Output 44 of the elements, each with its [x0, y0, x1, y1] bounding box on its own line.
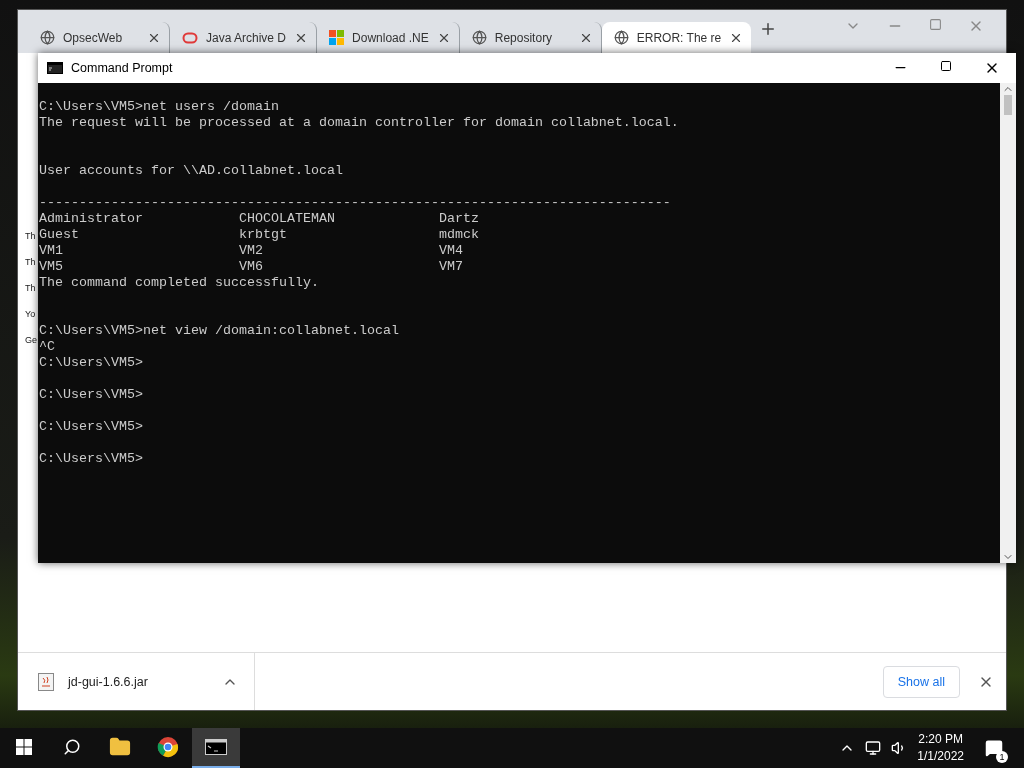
globe-icon [613, 30, 629, 45]
console-line: C:\Users\VM5> [39, 387, 144, 403]
page-text: Ge [24, 335, 37, 345]
windows-icon [16, 739, 32, 755]
page-text: Th [24, 257, 36, 267]
console-line: The command completed successfully. [39, 275, 320, 291]
console-line: C:\Users\VM5> [39, 355, 144, 371]
browser-tab[interactable]: ERROR: The re [601, 22, 752, 53]
taskbar-app[interactable] [192, 728, 240, 768]
chrome-icon [157, 736, 179, 758]
console-line: VM1 VM2 VM4 [39, 243, 464, 259]
page-text: Th [24, 231, 36, 241]
scrollbar[interactable] [1000, 83, 1016, 563]
page-text: Yo [24, 309, 36, 319]
console-line: ^C [39, 339, 56, 355]
console-line: User accounts for \\AD.collabnet.local [39, 163, 344, 179]
console-line: Guest krbtgt mdmck [39, 227, 480, 243]
globe-icon [40, 30, 55, 45]
folder-icon [109, 736, 131, 758]
scroll-thumb[interactable] [1004, 95, 1012, 115]
console-line: The request will be processed at a domain controller for domain collabnet.local. [39, 115, 680, 131]
notification-count: 1 [996, 751, 1008, 763]
show-all-button[interactable]: Show all [882, 665, 960, 698]
console-line: ------------------------------------------------------------------------------- [39, 195, 672, 211]
console-line: VM5 VM6 VM7 [39, 259, 464, 275]
console-line: C:\Users\VM5> [39, 419, 144, 435]
page-text: Th [24, 283, 36, 293]
download-filename[interactable]: jd-gui-1.6.6.jar [68, 674, 208, 689]
console-line: C:\Users\VM5>net view /domain:collabnet.local [39, 323, 400, 339]
console-line: C:\Users\VM5> [39, 451, 144, 467]
maximize-icon[interactable] [940, 60, 952, 72]
clock[interactable]: 2:20 PM 1/1/2022 [917, 731, 964, 765]
globe-icon [471, 30, 487, 45]
ring-icon [182, 31, 198, 44]
console-line: Administrator CHOCOLATEMAN Dartz [39, 211, 480, 227]
search-icon [63, 738, 81, 756]
console-icon [47, 62, 63, 74]
notification-button[interactable]: 1 [974, 731, 1014, 765]
network-icon[interactable] [865, 740, 882, 756]
window-title: Command Prompt [71, 61, 173, 75]
file-icon [38, 672, 54, 691]
console-icon [205, 739, 227, 755]
console-line: C:\Users\VM5>net users /domain [39, 99, 280, 115]
tiles-icon [329, 30, 345, 45]
